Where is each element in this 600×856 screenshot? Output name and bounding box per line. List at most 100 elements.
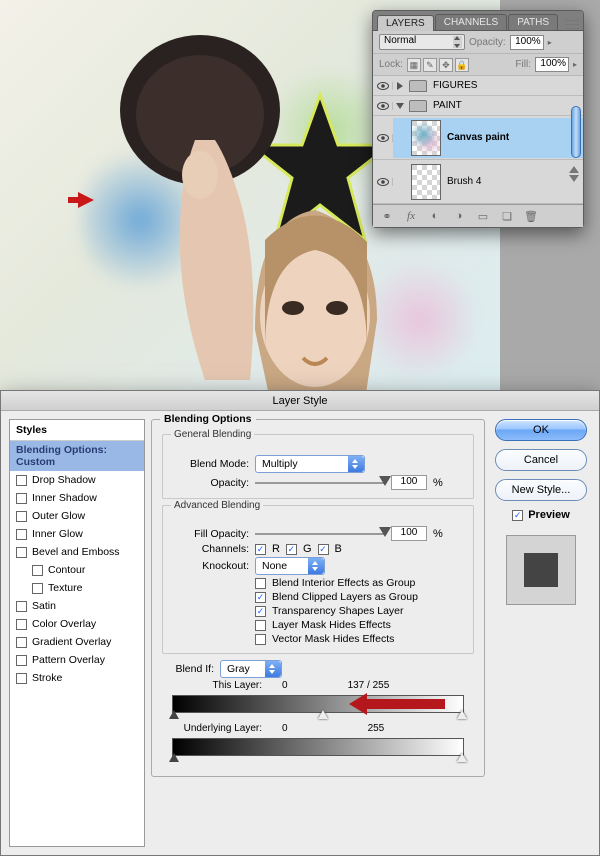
layer-name[interactable]: Brush 4 [447, 176, 481, 187]
chevron-right-icon[interactable]: ▸ [548, 38, 552, 47]
underlying-layer-gradient[interactable] [172, 738, 464, 756]
layer-mask-hides-label: Layer Mask Hides Effects [272, 619, 391, 631]
transparency-shapes-checkbox[interactable] [255, 606, 266, 617]
layer-canvas-paint[interactable]: Canvas paint [373, 116, 583, 160]
group-name: FIGURES [433, 80, 477, 91]
scrollbar[interactable] [571, 106, 581, 158]
ok-button[interactable]: OK [495, 419, 587, 441]
blend-if-select[interactable]: Gray [220, 660, 282, 678]
style-bevel-emboss[interactable]: Bevel and Emboss [10, 543, 144, 561]
style-gradient-overlay[interactable]: Gradient Overlay [10, 633, 144, 651]
blend-interior-label: Blend Interior Effects as Group [272, 577, 415, 589]
lock-paint-icon[interactable]: ✎ [423, 58, 437, 72]
layer-brush4[interactable]: Brush 4 [373, 160, 583, 204]
expand-toggle-icon[interactable] [397, 82, 403, 90]
fx-icon[interactable]: fx [403, 209, 419, 223]
cancel-button[interactable]: Cancel [495, 449, 587, 471]
channel-b-checkbox[interactable] [318, 544, 329, 555]
blend-interior-checkbox[interactable] [255, 578, 266, 589]
visibility-toggle[interactable] [373, 134, 393, 142]
tab-paths[interactable]: PATHS [508, 14, 558, 30]
underlying-low: 0 [282, 723, 288, 734]
this-layer-white-slider-left[interactable] [318, 710, 328, 719]
style-blending-options[interactable]: Blending Options: Custom [10, 441, 144, 471]
scroll-down-icon[interactable] [569, 175, 579, 182]
style-satin[interactable]: Satin [10, 597, 144, 615]
layer-thumbnail[interactable] [411, 120, 441, 156]
general-blending-legend: General Blending [171, 429, 254, 440]
style-drop-shadow[interactable]: Drop Shadow [10, 471, 144, 489]
lock-transparency-icon[interactable]: ▦ [407, 58, 421, 72]
underlying-black-slider[interactable] [169, 753, 179, 762]
channel-g-checkbox[interactable] [286, 544, 297, 555]
preview-label: Preview [528, 509, 570, 521]
tab-layers[interactable]: LAYERS [377, 15, 434, 31]
this-layer-gradient[interactable] [172, 695, 464, 713]
underlying-white-slider[interactable] [457, 753, 467, 762]
style-texture[interactable]: Texture [10, 579, 144, 597]
opacity-slider[interactable] [255, 476, 385, 490]
chevron-right-icon[interactable]: ▸ [573, 60, 577, 69]
styles-list: Styles Blending Options: Custom Drop Sha… [9, 419, 145, 847]
style-inner-shadow[interactable]: Inner Shadow [10, 489, 144, 507]
opacity-label: Opacity: [171, 477, 249, 489]
lock-options[interactable]: ▦✎✥🔒 [407, 58, 471, 72]
fill-opacity-slider[interactable] [255, 527, 385, 541]
style-color-overlay[interactable]: Color Overlay [10, 615, 144, 633]
visibility-toggle[interactable] [373, 82, 393, 90]
new-style-button[interactable]: New Style... [495, 479, 587, 501]
visibility-toggle[interactable] [373, 102, 393, 110]
style-pattern-overlay[interactable]: Pattern Overlay [10, 651, 144, 669]
style-stroke[interactable]: Stroke [10, 669, 144, 687]
blend-clipped-checkbox[interactable] [255, 592, 266, 603]
layers-panel: LAYERS CHANNELS PATHS Normal Opacity: 10… [372, 10, 584, 228]
style-inner-glow[interactable]: Inner Glow [10, 525, 144, 543]
preview-checkbox[interactable] [512, 510, 523, 521]
opacity-input[interactable]: 100 [391, 475, 427, 490]
layer-mask-hides-checkbox[interactable] [255, 620, 266, 631]
opacity-input[interactable]: 100% [510, 35, 544, 50]
link-layers-icon[interactable]: ⚭ [379, 209, 395, 223]
underlying-high: 255 [368, 723, 385, 734]
vector-mask-hides-checkbox[interactable] [255, 634, 266, 645]
blend-mode-select[interactable]: Normal [379, 34, 465, 50]
layer-group-paint[interactable]: PAINT [373, 96, 583, 116]
vector-mask-hides-label: Vector Mask Hides Effects [272, 633, 394, 645]
percent-label: % [433, 477, 443, 489]
transparency-shapes-label: Transparency Shapes Layer [272, 605, 404, 617]
this-layer-white-slider-right[interactable] [457, 710, 467, 719]
fill-label: Fill: [515, 59, 531, 70]
this-layer-low: 0 [282, 680, 288, 691]
styles-header[interactable]: Styles [10, 420, 144, 441]
this-layer-label: This Layer: [172, 680, 262, 691]
delete-layer-icon[interactable]: 🗑 [523, 209, 539, 223]
layer-group-figures[interactable]: FIGURES [373, 76, 583, 96]
knockout-select[interactable]: None [255, 557, 325, 575]
fill-opacity-label: Fill Opacity: [171, 528, 249, 540]
visibility-toggle[interactable] [373, 178, 393, 186]
adjustment-layer-icon[interactable]: ◑ [451, 209, 467, 223]
callout-arrow-icon [365, 699, 445, 709]
fill-opacity-input[interactable]: 100 [391, 526, 427, 541]
style-contour[interactable]: Contour [10, 561, 144, 579]
panel-menu-icon[interactable] [565, 18, 579, 30]
style-outer-glow[interactable]: Outer Glow [10, 507, 144, 525]
layer-name[interactable]: Canvas paint [447, 132, 509, 143]
lock-all-icon[interactable]: 🔒 [455, 58, 469, 72]
lock-position-icon[interactable]: ✥ [439, 58, 453, 72]
layer-mask-icon[interactable]: ◐ [427, 209, 443, 223]
scroll-up-icon[interactable] [569, 166, 579, 173]
new-layer-icon[interactable]: ❏ [499, 209, 515, 223]
layer-thumbnail[interactable] [411, 164, 441, 200]
this-layer-black-slider[interactable] [169, 710, 179, 719]
blend-mode-select[interactable]: Multiply [255, 455, 365, 473]
expand-toggle-icon[interactable] [396, 103, 404, 109]
layer-style-dialog: Layer Style Styles Blending Options: Cus… [0, 390, 600, 856]
fill-input[interactable]: 100% [535, 57, 569, 72]
tab-channels[interactable]: CHANNELS [435, 14, 507, 30]
lock-label: Lock: [379, 59, 403, 70]
channel-b-label: B [335, 543, 342, 555]
group-icon[interactable]: ▭ [475, 209, 491, 223]
this-layer-split: 137 / 255 [348, 680, 390, 691]
channel-r-checkbox[interactable] [255, 544, 266, 555]
